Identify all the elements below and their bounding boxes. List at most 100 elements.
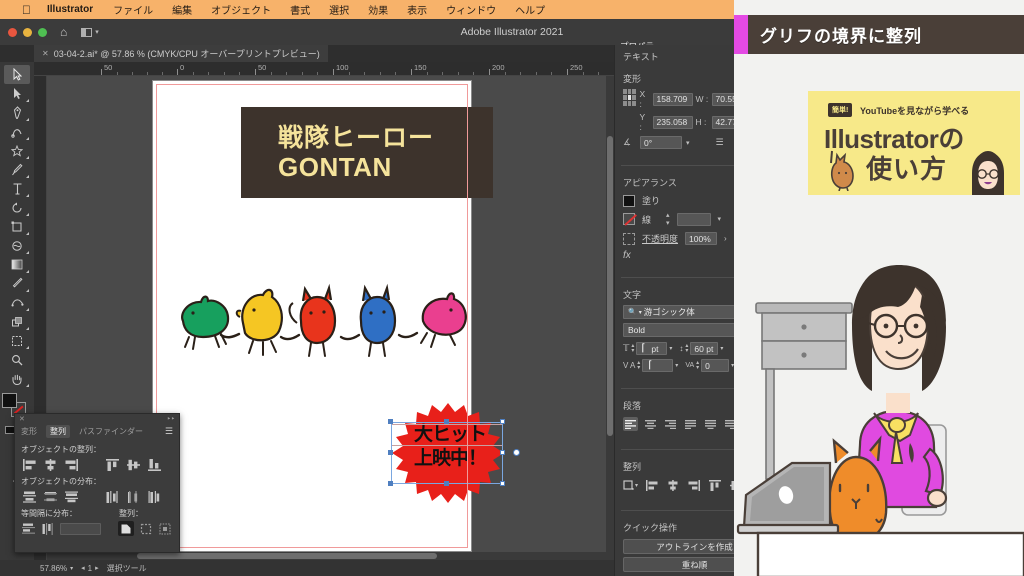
align-top-edges-icon[interactable] [707, 478, 722, 492]
curvature-tool[interactable] [4, 122, 30, 141]
tab-transform[interactable]: 変形 [21, 426, 37, 437]
tab-pathfinder[interactable]: パスファインダー [79, 426, 143, 437]
horizontal-ruler[interactable]: 50 0 50 100 150 200 250 [34, 62, 614, 76]
align-right-icon[interactable] [663, 417, 678, 431]
gradient-tool[interactable] [4, 255, 30, 274]
align-left-icon[interactable] [623, 417, 638, 431]
menu-edit[interactable]: 編集 [172, 2, 192, 17]
reference-point-selector[interactable] [623, 89, 636, 106]
selection-handle[interactable] [500, 450, 505, 455]
paintbrush-tool[interactable] [4, 160, 30, 179]
direct-selection-tool[interactable] [4, 84, 30, 103]
flip-horizontal-icon[interactable]: ☰ [716, 137, 724, 148]
rotation-handle[interactable] [513, 449, 520, 456]
scale-tool[interactable] [4, 217, 30, 236]
horizontal-scrollbar[interactable] [47, 552, 606, 560]
collapse-icon[interactable]: ‣‣ [167, 415, 175, 423]
distribute-bottom-icon[interactable] [63, 489, 80, 504]
align-to-selection-icon[interactable]: ▾ [623, 478, 638, 492]
x-input[interactable]: 158.709 [652, 92, 693, 106]
menu-app-name[interactable]: Illustrator [47, 4, 93, 15]
vertical-scrollbar[interactable] [606, 76, 614, 560]
align-center-icon[interactable] [643, 417, 658, 431]
menu-file[interactable]: ファイル [113, 2, 153, 17]
zoom-level-control[interactable]: 57.86% ▾ [40, 564, 73, 573]
align-horizontal-center-icon[interactable] [42, 457, 59, 472]
chevron-right-icon[interactable]: › [724, 234, 727, 243]
leading-input[interactable]: 60 pt [690, 342, 719, 355]
distribute-horizontal-space-icon[interactable] [41, 521, 57, 536]
angle-input[interactable]: 0° [640, 136, 682, 149]
menu-effect[interactable]: 効果 [368, 2, 388, 17]
stroke-weight-input[interactable] [676, 212, 711, 226]
align-right-edges-icon[interactable] [63, 457, 80, 472]
menu-view[interactable]: 表示 [407, 2, 427, 17]
selection-handle[interactable] [500, 481, 505, 486]
align-right-edges-icon[interactable] [686, 478, 701, 492]
symbol-sprayer-tool[interactable] [4, 312, 30, 331]
selection-tool[interactable] [4, 65, 30, 84]
align-vertical-center-icon[interactable] [125, 457, 142, 472]
fx-icon[interactable]: fx [623, 250, 631, 261]
align-top-edges-icon[interactable] [104, 457, 121, 472]
chevron-down-icon[interactable]: ▾ [669, 345, 672, 352]
close-icon[interactable]: ✕ [19, 415, 25, 423]
align-to-key-object-icon[interactable] [157, 521, 173, 536]
close-window-button[interactable] [8, 27, 17, 37]
eyedropper-tool[interactable] [4, 274, 30, 293]
chevron-down-icon[interactable]: ▾ [686, 139, 690, 147]
next-artboard-icon[interactable]: ▸ [95, 564, 99, 572]
arrange-documents-icon[interactable]: ▾ [81, 27, 99, 37]
kerning-stepper[interactable]: ▴ ▾ [637, 360, 640, 371]
window-controls[interactable] [8, 27, 47, 37]
align-to-selection-icon[interactable] [118, 521, 134, 536]
artboard-tool[interactable] [4, 331, 30, 350]
distribute-vertical-center-icon[interactable] [42, 489, 59, 504]
hand-tool[interactable] [4, 369, 30, 388]
stroke-weight-stepper[interactable]: ▴ ▾ [666, 211, 670, 227]
kerning-input[interactable]: ⌈ [642, 359, 674, 372]
close-icon[interactable]: ✕ [42, 49, 49, 58]
y-input[interactable]: 235.058 [652, 115, 693, 129]
zoom-tool[interactable] [4, 350, 30, 369]
justify-last-left-icon[interactable] [683, 417, 698, 431]
menu-select[interactable]: 選択 [329, 2, 349, 17]
apple-icon[interactable]:  [22, 3, 31, 17]
pen-tool[interactable] [4, 103, 30, 122]
blend-tool[interactable] [4, 293, 30, 312]
opacity-input[interactable]: 100% [685, 232, 718, 245]
document-tab[interactable]: ✕ 03-04-2.ai* @ 57.86 % (CMYK/CPU オーバープリ… [34, 45, 328, 62]
chevron-down-icon[interactable]: ▾ [718, 215, 722, 223]
distribute-top-icon[interactable] [21, 489, 38, 504]
menu-object[interactable]: オブジェクト [211, 2, 271, 17]
chevron-down-icon[interactable]: ▾ [720, 345, 723, 352]
fill-color-swatch[interactable] [2, 393, 17, 408]
tab-align[interactable]: 整列 [46, 425, 70, 438]
distribute-right-icon[interactable] [146, 489, 163, 504]
align-horizontal-center-icon[interactable] [665, 478, 680, 492]
chevron-down-icon[interactable]: ▾ [675, 362, 678, 369]
align-to-artboard-icon[interactable] [138, 521, 154, 536]
warp-tool[interactable] [4, 236, 30, 255]
distribute-left-icon[interactable] [104, 489, 121, 504]
artboard-navigator[interactable]: ◂ 1 ▸ [81, 564, 98, 573]
font-size-input[interactable]: ⌈ pt [636, 342, 668, 355]
rotate-tool[interactable] [4, 198, 30, 217]
opacity-label[interactable]: 不透明度 [642, 232, 678, 245]
leading-stepper[interactable]: ▴ ▾ [685, 343, 688, 354]
tracking-stepper[interactable]: ▴ ▾ [696, 360, 699, 371]
align-bottom-edges-icon[interactable] [146, 457, 163, 472]
justify-last-center-icon[interactable] [703, 417, 718, 431]
spacing-input[interactable] [60, 522, 101, 535]
distribute-vertical-space-icon[interactable] [21, 521, 37, 536]
distribute-horizontal-center-icon[interactable] [125, 489, 142, 504]
type-tool[interactable] [4, 179, 30, 198]
prev-artboard-icon[interactable]: ◂ [81, 564, 85, 572]
shaper-star-tool[interactable] [4, 141, 30, 160]
selection-handle[interactable] [500, 419, 505, 424]
menu-help[interactable]: ヘルプ [515, 2, 545, 17]
fill-swatch[interactable] [623, 194, 635, 207]
home-icon[interactable]: ⌂ [60, 25, 67, 39]
menu-type[interactable]: 書式 [290, 2, 310, 17]
font-size-stepper[interactable]: ▴ ▾ [631, 343, 634, 354]
